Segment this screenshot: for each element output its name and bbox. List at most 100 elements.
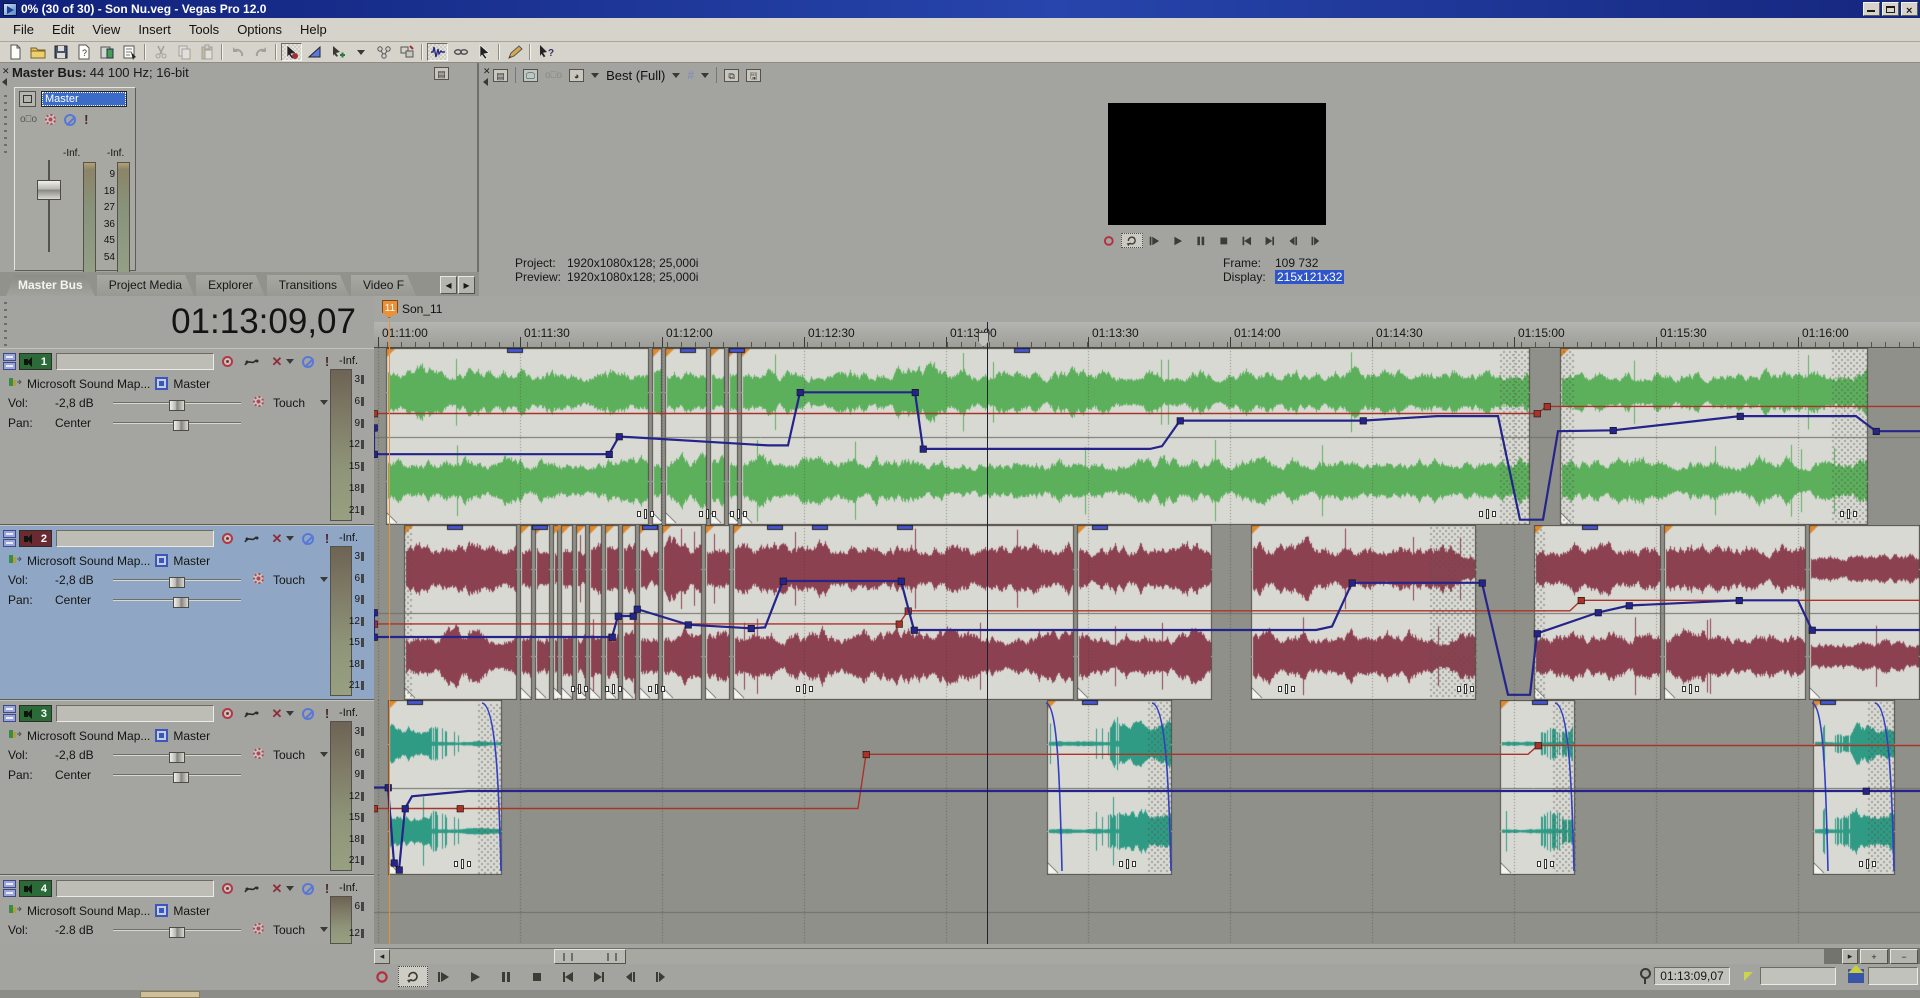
marker-tag[interactable]: 11 [382,300,398,318]
event-gain-handle[interactable] [1840,509,1857,519]
event-gain-handle[interactable] [1859,859,1876,869]
automation-dropdown-icon[interactable] [320,400,328,405]
preview-stop-icon[interactable] [1213,233,1235,248]
master-fader[interactable] [37,180,61,200]
bus-assign-icon[interactable] [155,554,168,567]
envelope-layer[interactable] [374,700,1920,875]
scrollbar-thumb[interactable] [554,949,626,964]
mute-icon[interactable]: ✕ [268,531,286,546]
external-monitor-icon[interactable]: 🖵 [523,69,538,82]
scroll-left-icon[interactable]: ◂ [374,949,390,964]
track-header-4[interactable]: 4✕!-Inf.Microsoft Sound Map...MasterVol:… [0,875,374,948]
vol-value[interactable]: -2,8 dB [55,748,117,762]
event-gain-handle[interactable] [699,509,716,519]
menu-help[interactable]: Help [291,19,336,40]
phase-icon[interactable]: ! [318,531,336,546]
horizontal-scrollbar[interactable]: ◂ ▸ + − [374,948,1920,964]
event-gain-handle[interactable] [1682,684,1699,694]
quality-dropdown-icon[interactable] [672,73,680,78]
auto-ripple-icon[interactable] [427,43,448,61]
tab-project-media[interactable]: Project Media [97,275,194,296]
timeline[interactable]: 11 Son_11 01:11:0001:11:3001:12:0001:12:… [374,296,1920,948]
event-gain-handle[interactable] [637,509,654,519]
automation-dropdown-icon[interactable] [320,577,328,582]
preview-next-frame-icon[interactable] [1305,233,1327,248]
device-name[interactable]: Microsoft Sound Map... [27,554,150,568]
arm-record-icon[interactable] [218,881,236,896]
close-panel-icon[interactable]: ✕ [483,66,491,77]
track-header-3[interactable]: 3✕!-Inf.Microsoft Sound Map...MasterVol:… [0,700,374,875]
collapse-panel-icon[interactable] [2,78,7,86]
video-fx-icon[interactable]: o⎕o [545,70,562,81]
envelope-layer[interactable] [374,348,1920,525]
mute-dropdown-icon[interactable] [285,881,295,896]
envelope-icon[interactable] [244,354,262,369]
mute-icon[interactable]: ✕ [268,881,286,896]
transport-prev-frame-icon[interactable] [615,966,645,987]
solo-icon[interactable] [299,354,317,369]
mute-icon[interactable] [64,114,76,126]
mute-icon[interactable]: ✕ [268,706,286,721]
track-minimize-icon[interactable] [3,530,16,547]
tabs-scroll-right-icon[interactable]: ▸ [458,276,475,294]
preview-loop-icon[interactable] [1121,233,1143,248]
vol-value[interactable]: -2,8 dB [55,573,117,587]
event-gain-handle[interactable] [1537,859,1554,869]
transport-play-from-start-icon[interactable] [429,966,459,987]
grip-handle[interactable] [4,95,7,155]
close-panel-icon[interactable]: ✕ [2,66,10,77]
normal-edit-tool-icon[interactable] [281,43,302,61]
pan-value[interactable]: Center [55,416,117,430]
marker-bar[interactable]: 11 Son_11 [374,296,1920,322]
track-header-1[interactable]: 1✕!-Inf.Microsoft Sound Map...MasterVol:… [0,348,374,525]
pan-slider[interactable] [113,774,241,776]
transport-loop-icon[interactable] [398,966,428,987]
transport-go-to-start-icon[interactable] [553,966,583,987]
save-snapshot-icon[interactable]: 🖫 [746,69,761,82]
phase-icon[interactable]: ! [318,354,336,369]
selection-edit-tool-icon[interactable] [327,43,348,61]
preview-quality-select[interactable]: Best (Full) [606,68,665,83]
phase-icon[interactable]: ! [318,881,336,896]
preview-prev-frame-icon[interactable] [1282,233,1304,248]
track-number-button[interactable]: 2 [19,530,52,547]
automation-mode[interactable]: Touch [273,748,305,762]
track-name-field[interactable] [56,705,214,722]
preview-go-to-start-icon[interactable] [1236,233,1258,248]
tabs-scroll-left-icon[interactable]: ◂ [440,276,457,294]
event-gain-handle[interactable] [796,684,813,694]
track-number-button[interactable]: 3 [19,705,52,722]
ignore-event-grouping-icon[interactable] [396,43,417,61]
track-minimize-icon[interactable] [3,705,16,722]
automation-gear-icon[interactable] [253,748,264,759]
menu-insert[interactable]: Insert [129,19,180,40]
snap-icon[interactable] [473,43,494,61]
mute-icon[interactable]: ✕ [268,354,286,369]
solo-icon[interactable] [299,531,317,546]
close-button[interactable]: × [1901,2,1918,16]
copy-snapshot-icon[interactable]: ⧉ [724,69,739,82]
event-gain-handle[interactable] [1479,509,1496,519]
vol-slider[interactable] [113,402,241,404]
event-gain-handle[interactable] [605,684,622,694]
import-media-icon[interactable] [96,43,117,61]
track-header-2[interactable]: 2✕!-Inf.Microsoft Sound Map...MasterVol:… [0,525,374,700]
audio-device-icon[interactable] [8,553,22,568]
transport-play-icon[interactable] [460,966,490,987]
pin-icon[interactable] [1639,968,1649,984]
mute-dropdown-icon[interactable] [285,354,295,369]
track-lane-3[interactable] [374,700,1920,875]
automation-gear-icon[interactable] [45,114,56,125]
pan-slider[interactable] [113,422,241,424]
tab-explorer[interactable]: Explorer [196,275,265,296]
zoom-out-icon[interactable]: − [1890,949,1918,964]
pencil-icon[interactable] [504,43,525,61]
envelope-icon[interactable] [244,706,262,721]
track-lane-4[interactable] [374,875,1920,948]
tab-transitions[interactable]: Transitions [267,275,349,296]
lock-envelopes-icon[interactable] [450,43,471,61]
split-screen-icon[interactable]: ◕ [569,69,584,82]
minimize-button[interactable] [1863,2,1880,16]
event-gain-handle[interactable] [1278,684,1295,694]
vol-value[interactable]: -2,8 dB [55,396,117,410]
